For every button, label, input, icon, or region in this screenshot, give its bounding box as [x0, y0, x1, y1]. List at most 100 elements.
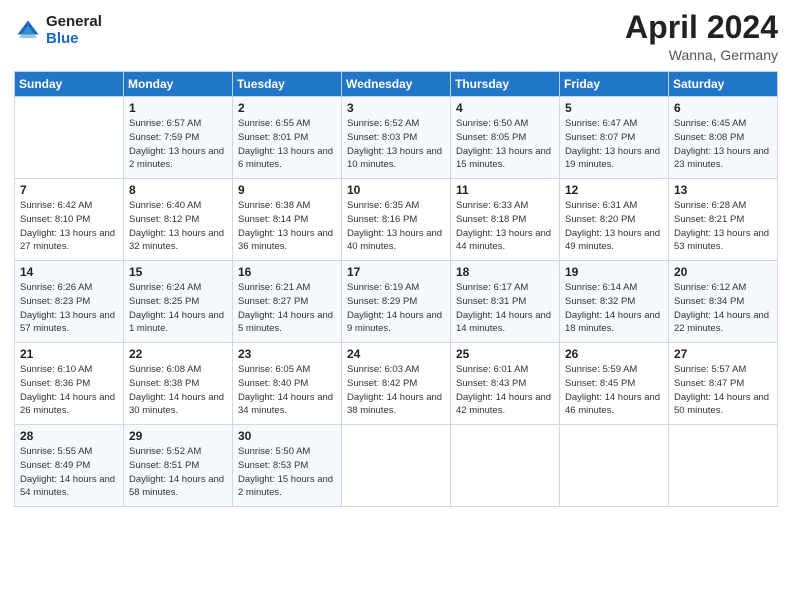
day-info: Sunrise: 6:14 AMSunset: 8:32 PMDaylight:…: [565, 282, 660, 334]
day-info: Sunrise: 5:50 AMSunset: 8:53 PMDaylight:…: [238, 446, 333, 498]
day-cell-3-4: 25 Sunrise: 6:01 AMSunset: 8:43 PMDayligh…: [451, 343, 560, 425]
day-info: Sunrise: 6:45 AMSunset: 8:08 PMDaylight:…: [674, 118, 769, 170]
day-info: Sunrise: 6:55 AMSunset: 8:01 PMDaylight:…: [238, 118, 333, 170]
day-number: 24: [347, 347, 445, 361]
day-cell-2-5: 19Sunrise: 6:14 AMSunset: 8:32 PMDayligh…: [560, 261, 669, 343]
day-cell-1-4: 11 Sunrise: 6:33 AMSunset: 8:18 PMDayligh…: [451, 179, 560, 261]
day-number: 23: [238, 347, 336, 361]
day-number: 10: [347, 183, 445, 197]
day-info: Sunrise: 6:01 AMSunset: 8:43 PMDaylight:…: [456, 364, 551, 416]
day-number: 6: [674, 101, 772, 115]
day-cell-4-3: [342, 425, 451, 507]
header-sunday: Sunday: [15, 72, 124, 97]
day-number: 26: [565, 347, 663, 361]
day-cell-2-4: 18 Sunrise: 6:17 AMSunset: 8:31 PMDayligh…: [451, 261, 560, 343]
calendar-subtitle: Wanna, Germany: [625, 47, 778, 63]
day-info: Sunrise: 6:28 AMSunset: 8:21 PMDaylight:…: [674, 200, 769, 252]
day-number: 28: [20, 429, 118, 443]
day-number: 11: [456, 183, 554, 197]
day-cell-0-3: 3Sunrise: 6:52 AMSunset: 8:03 PMDaylight…: [342, 97, 451, 179]
day-number: 16: [238, 265, 336, 279]
day-number: 22: [129, 347, 227, 361]
day-number: 7: [20, 183, 118, 197]
day-info: Sunrise: 5:55 AMSunset: 8:49 PMDaylight:…: [20, 446, 115, 498]
day-cell-2-3: 17 Sunrise: 6:19 AMSunset: 8:29 PMDayligh…: [342, 261, 451, 343]
day-cell-3-5: 26 Sunrise: 5:59 AMSunset: 8:45 PMDayligh…: [560, 343, 669, 425]
header-saturday: Saturday: [669, 72, 778, 97]
logo: General Blue: [14, 14, 102, 47]
day-cell-0-0: [15, 97, 124, 179]
day-number: 15: [129, 265, 227, 279]
logo-blue-text: Blue: [46, 31, 102, 48]
week-row-2: 7 Sunrise: 6:42 AMSunset: 8:10 PMDaylight…: [15, 179, 778, 261]
day-cell-1-1: 8 Sunrise: 6:40 AMSunset: 8:12 PMDaylight…: [124, 179, 233, 261]
week-row-1: 1Sunrise: 6:57 AMSunset: 7:59 PMDaylight…: [15, 97, 778, 179]
day-info: Sunrise: 6:17 AMSunset: 8:31 PMDaylight:…: [456, 282, 551, 334]
day-info: Sunrise: 6:35 AMSunset: 8:16 PMDaylight:…: [347, 200, 442, 252]
day-info: Sunrise: 6:50 AMSunset: 8:05 PMDaylight:…: [456, 118, 551, 170]
day-cell-4-5: [560, 425, 669, 507]
day-cell-0-4: 4 Sunrise: 6:50 AMSunset: 8:05 PMDaylight…: [451, 97, 560, 179]
day-number: 18: [456, 265, 554, 279]
day-cell-3-0: 21Sunrise: 6:10 AMSunset: 8:36 PMDayligh…: [15, 343, 124, 425]
day-number: 20: [674, 265, 772, 279]
day-info: Sunrise: 6:21 AMSunset: 8:27 PMDaylight:…: [238, 282, 333, 334]
day-cell-0-6: 6 Sunrise: 6:45 AMSunset: 8:08 PMDaylight…: [669, 97, 778, 179]
week-row-5: 28 Sunrise: 5:55 AMSunset: 8:49 PMDayligh…: [15, 425, 778, 507]
day-cell-0-1: 1Sunrise: 6:57 AMSunset: 7:59 PMDaylight…: [124, 97, 233, 179]
calendar-title: April 2024: [625, 10, 778, 45]
day-number: 29: [129, 429, 227, 443]
header-monday: Monday: [124, 72, 233, 97]
day-info: Sunrise: 5:57 AMSunset: 8:47 PMDaylight:…: [674, 364, 769, 416]
day-number: 12: [565, 183, 663, 197]
day-cell-1-3: 10 Sunrise: 6:35 AMSunset: 8:16 PMDayligh…: [342, 179, 451, 261]
day-info: Sunrise: 6:33 AMSunset: 8:18 PMDaylight:…: [456, 200, 551, 252]
header-thursday: Thursday: [451, 72, 560, 97]
day-info: Sunrise: 6:24 AMSunset: 8:25 PMDaylight:…: [129, 282, 224, 334]
week-row-3: 14 Sunrise: 6:26 AMSunset: 8:23 PMDayligh…: [15, 261, 778, 343]
day-number: 21: [20, 347, 118, 361]
day-info: Sunrise: 6:03 AMSunset: 8:42 PMDaylight:…: [347, 364, 442, 416]
day-info: Sunrise: 6:47 AMSunset: 8:07 PMDaylight:…: [565, 118, 660, 170]
day-cell-2-2: 16 Sunrise: 6:21 AMSunset: 8:27 PMDayligh…: [233, 261, 342, 343]
day-number: 4: [456, 101, 554, 115]
day-cell-2-1: 15 Sunrise: 6:24 AMSunset: 8:25 PMDayligh…: [124, 261, 233, 343]
day-info: Sunrise: 6:26 AMSunset: 8:23 PMDaylight:…: [20, 282, 115, 334]
day-info: Sunrise: 5:52 AMSunset: 8:51 PMDaylight:…: [129, 446, 224, 498]
day-cell-0-5: 5 Sunrise: 6:47 AMSunset: 8:07 PMDaylight…: [560, 97, 669, 179]
day-number: 17: [347, 265, 445, 279]
day-number: 14: [20, 265, 118, 279]
day-info: Sunrise: 6:08 AMSunset: 8:38 PMDaylight:…: [129, 364, 224, 416]
day-number: 3: [347, 101, 445, 115]
day-cell-4-1: 29 Sunrise: 5:52 AMSunset: 8:51 PMDayligh…: [124, 425, 233, 507]
day-info: Sunrise: 6:19 AMSunset: 8:29 PMDaylight:…: [347, 282, 442, 334]
day-number: 5: [565, 101, 663, 115]
day-info: Sunrise: 6:42 AMSunset: 8:10 PMDaylight:…: [20, 200, 115, 252]
day-cell-1-6: 13 Sunrise: 6:28 AMSunset: 8:21 PMDayligh…: [669, 179, 778, 261]
logo-icon: [14, 17, 42, 45]
week-row-4: 21Sunrise: 6:10 AMSunset: 8:36 PMDayligh…: [15, 343, 778, 425]
header-wednesday: Wednesday: [342, 72, 451, 97]
day-number: 1: [129, 101, 227, 115]
day-cell-4-0: 28 Sunrise: 5:55 AMSunset: 8:49 PMDayligh…: [15, 425, 124, 507]
day-cell-1-5: 12 Sunrise: 6:31 AMSunset: 8:20 PMDayligh…: [560, 179, 669, 261]
day-cell-4-2: 30Sunrise: 5:50 AMSunset: 8:53 PMDayligh…: [233, 425, 342, 507]
day-info: Sunrise: 6:31 AMSunset: 8:20 PMDaylight:…: [565, 200, 660, 252]
logo-text: General Blue: [46, 14, 102, 47]
day-number: 25: [456, 347, 554, 361]
calendar-header-row: Sunday Monday Tuesday Wednesday Thursday…: [15, 72, 778, 97]
day-number: 8: [129, 183, 227, 197]
day-info: Sunrise: 6:12 AMSunset: 8:34 PMDaylight:…: [674, 282, 769, 334]
day-info: Sunrise: 6:40 AMSunset: 8:12 PMDaylight:…: [129, 200, 224, 252]
day-info: Sunrise: 6:38 AMSunset: 8:14 PMDaylight:…: [238, 200, 333, 252]
logo-general-text: General: [46, 14, 102, 31]
day-number: 13: [674, 183, 772, 197]
day-cell-4-4: [451, 425, 560, 507]
day-cell-2-6: 20 Sunrise: 6:12 AMSunset: 8:34 PMDayligh…: [669, 261, 778, 343]
day-number: 27: [674, 347, 772, 361]
calendar-table: Sunday Monday Tuesday Wednesday Thursday…: [14, 71, 778, 507]
calendar-page: General Blue April 2024 Wanna, Germany S…: [0, 0, 792, 612]
day-info: Sunrise: 5:59 AMSunset: 8:45 PMDaylight:…: [565, 364, 660, 416]
day-cell-0-2: 2Sunrise: 6:55 AMSunset: 8:01 PMDaylight…: [233, 97, 342, 179]
day-number: 9: [238, 183, 336, 197]
